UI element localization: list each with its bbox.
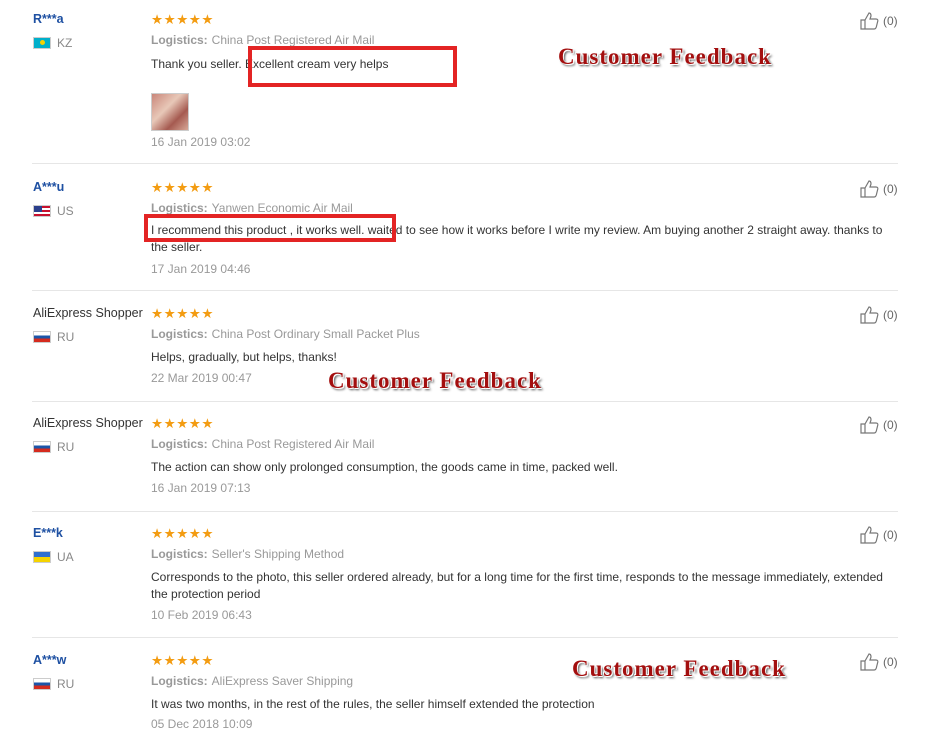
rating-stars: ★★★★★ — [151, 526, 215, 541]
divider — [32, 511, 898, 512]
logistics-info: Logistics: China Post Ordinary Small Pack… — [151, 327, 420, 341]
reviewer-country: UA — [33, 550, 74, 564]
reviewer-country: RU — [33, 440, 74, 454]
ru-flag-icon — [33, 678, 51, 690]
reviewer-name[interactable]: AliExpress Shopper — [33, 306, 143, 320]
review-photo[interactable] — [151, 93, 189, 131]
divider — [32, 163, 898, 164]
review-text: Helps, gradually, but helps, thanks! — [151, 350, 337, 364]
review-date: 22 Mar 2019 00:47 — [151, 371, 252, 385]
customer-feedback-label: Customer Feedback — [558, 44, 772, 69]
review-date: 16 Jan 2019 03:02 — [151, 135, 251, 149]
logistics-info: Logistics: Yanwen Economic Air Mail — [151, 201, 353, 215]
logistics-info: Logistics: China Post Registered Air Mail — [151, 437, 375, 451]
thumbs-up-icon — [860, 180, 879, 198]
rating-stars: ★★★★★ — [151, 180, 215, 195]
thumbs-up-icon — [860, 416, 879, 434]
rating-stars: ★★★★★ — [151, 12, 215, 27]
reviewer-country: RU — [33, 330, 74, 344]
rating-stars: ★★★★★ — [151, 653, 215, 668]
helpful-button[interactable]: (0) — [860, 526, 898, 544]
reviewer-name[interactable]: A***w — [33, 653, 66, 667]
reviewer-name[interactable]: R***a — [33, 12, 64, 26]
logistics-info: Logistics: Seller's Shipping Method — [151, 547, 345, 561]
helpful-button[interactable]: (0) — [860, 306, 898, 324]
logistics-info: Logistics: China Post Registered Air Mail — [151, 33, 375, 47]
review-item: A***w RU ★★★★★ Logistics: AliExpress Save… — [0, 653, 930, 740]
helpful-button[interactable]: (0) — [860, 12, 898, 30]
kz-flag-icon — [33, 37, 51, 49]
rating-stars: ★★★★★ — [151, 306, 215, 321]
reviewer-country: US — [33, 204, 74, 218]
reviewer-country: RU — [33, 677, 74, 691]
reviewer-country: KZ — [33, 36, 72, 50]
thumbs-up-icon — [860, 526, 879, 544]
review-text: It was two months, in the rest of the ru… — [151, 697, 595, 711]
ua-flag-icon — [33, 551, 51, 563]
review-text: The action can show only prolonged consu… — [151, 460, 618, 474]
review-date: 16 Jan 2019 07:13 — [151, 481, 251, 495]
thumbs-up-icon — [860, 306, 879, 324]
reviewer-name[interactable]: E***k — [33, 526, 63, 540]
customer-feedback-label: Customer Feedback — [328, 368, 542, 393]
customer-feedback-label: Customer Feedback — [572, 656, 786, 681]
thumbs-up-icon — [860, 653, 879, 671]
ru-flag-icon — [33, 331, 51, 343]
reviewer-name[interactable]: AliExpress Shopper — [33, 416, 143, 430]
review-date: 17 Jan 2019 04:46 — [151, 262, 251, 276]
review-text: Corresponds to the photo, this seller or… — [151, 570, 883, 601]
review-date: 05 Dec 2018 10:09 — [151, 717, 253, 731]
review-item: A***u US ★★★★★ Logistics: Yanwen Economic… — [0, 180, 930, 291]
divider — [32, 290, 898, 291]
logistics-info: Logistics: AliExpress Saver Shipping — [151, 674, 354, 688]
review-item: E***k UA ★★★★★ Logistics: Seller's Shippi… — [0, 526, 930, 638]
highlight-box — [144, 214, 396, 242]
review-item: R***a KZ ★★★★★ Logistics: China Post Regi… — [0, 12, 930, 164]
review-item: AliExpress Shopper RU ★★★★★ Logistics: Ch… — [0, 416, 930, 512]
us-flag-icon — [33, 205, 51, 217]
reviewer-name[interactable]: A***u — [33, 180, 64, 194]
divider — [32, 401, 898, 402]
review-date: 10 Feb 2019 06:43 — [151, 608, 252, 622]
thumbs-up-icon — [860, 12, 879, 30]
highlight-box — [248, 46, 457, 87]
rating-stars: ★★★★★ — [151, 416, 215, 431]
helpful-button[interactable]: (0) — [860, 416, 898, 434]
helpful-button[interactable]: (0) — [860, 653, 898, 671]
divider — [32, 637, 898, 638]
helpful-button[interactable]: (0) — [860, 180, 898, 198]
ru-flag-icon — [33, 441, 51, 453]
